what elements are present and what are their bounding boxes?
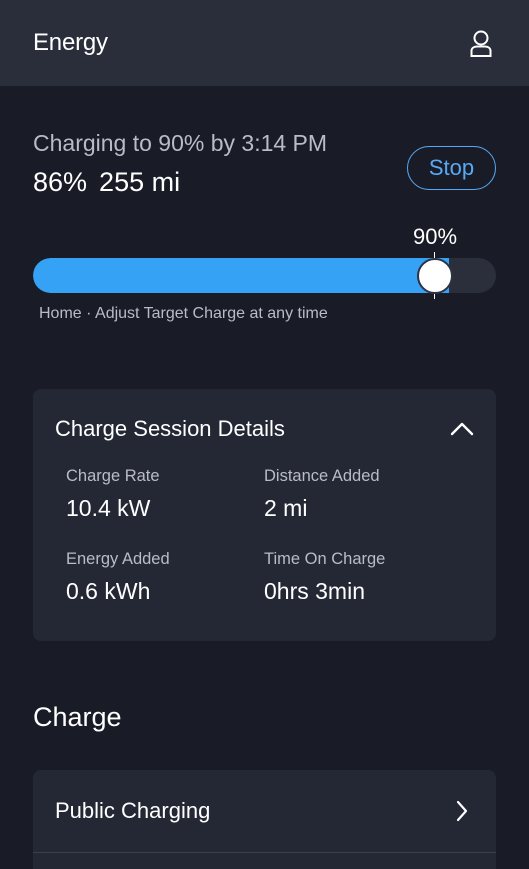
energy-added-stat: Energy Added 0.6 kWh xyxy=(66,550,170,605)
list-item-next[interactable] xyxy=(33,853,496,869)
charge-section-title: Charge xyxy=(33,702,122,732)
charge-rate-value: 10.4 kW xyxy=(66,495,151,521)
charge-session-card: Charge Session Details Charge Rate 10.4 … xyxy=(33,389,496,641)
stop-button[interactable]: Stop xyxy=(407,146,496,190)
distance-added-label: Distance Added xyxy=(264,467,380,485)
chevron-up-icon xyxy=(450,422,474,436)
charge-rate-stat: Charge Rate 10.4 kW xyxy=(66,467,160,522)
charge-session-toggle[interactable]: Charge Session Details xyxy=(55,414,474,444)
charge-rate-label: Charge Rate xyxy=(66,467,160,485)
time-on-charge-stat: Time On Charge 0hrs 3min xyxy=(264,550,385,605)
app-header: Energy xyxy=(0,0,529,86)
current-charge: 86% 255 mi xyxy=(33,169,327,196)
time-on-charge-value: 0hrs 3min xyxy=(264,578,365,604)
public-charging-item[interactable]: Public Charging xyxy=(33,770,496,852)
time-on-charge-label: Time On Charge xyxy=(264,550,386,568)
energy-added-label: Energy Added xyxy=(66,550,170,568)
target-charge-label: 90% xyxy=(412,224,458,249)
person-icon xyxy=(470,30,492,57)
battery-percent: 86% xyxy=(33,167,88,197)
charge-hint: Home · Adjust Target Charge at any time xyxy=(39,305,328,322)
charge-session-title: Charge Session Details xyxy=(55,416,285,441)
charge-status: Charging to 90% by 3:14 PM 86% 255 mi xyxy=(33,132,327,196)
range-value: 255 mi xyxy=(99,167,181,197)
chevron-right-icon xyxy=(456,800,468,822)
profile-button[interactable] xyxy=(468,28,494,58)
distance-added-value: 2 mi xyxy=(264,495,308,521)
target-charge-slider-handle[interactable] xyxy=(417,258,453,294)
page-title: Energy xyxy=(33,29,108,56)
energy-added-value: 0.6 kWh xyxy=(66,578,151,604)
charging-target-text: Charging to 90% by 3:14 PM xyxy=(33,130,328,156)
charge-level-fill xyxy=(33,258,450,293)
distance-added-stat: Distance Added 2 mi xyxy=(264,467,380,522)
public-charging-label: Public Charging xyxy=(55,798,211,823)
